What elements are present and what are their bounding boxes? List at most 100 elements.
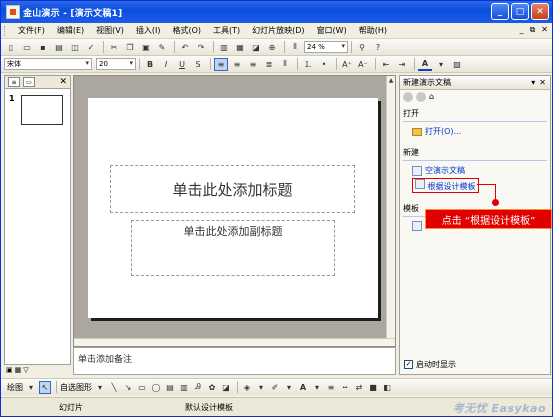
line-color-icon[interactable]: ✐ [269, 381, 281, 394]
doc-close-button[interactable]: ✕ [541, 25, 548, 35]
close-icon[interactable]: ✕ [59, 77, 67, 87]
task-pane-title[interactable]: 新建演示文稿 [403, 77, 531, 88]
draw-menu-button[interactable]: 绘图 [7, 382, 23, 393]
hyperlink-icon[interactable]: ⊕ [265, 41, 279, 54]
find-icon[interactable]: ⚲ [355, 41, 369, 54]
dropdown-icon[interactable]: ▾ [531, 78, 535, 87]
underline-button[interactable]: U [175, 58, 189, 71]
horizontal-scrollbar[interactable] [74, 338, 395, 346]
justify-icon[interactable]: ≣ [262, 58, 276, 71]
line-icon[interactable]: ╲ [108, 381, 120, 394]
spellcheck-icon[interactable]: ✓ [84, 41, 98, 54]
insert-chart-icon[interactable]: ▥ [217, 41, 231, 54]
wordart-icon[interactable]: Ꭿ [192, 381, 204, 394]
autoshapes-button[interactable]: 自选图形 [60, 382, 92, 393]
subtitle-placeholder[interactable]: 单击此处添加副标题 [131, 220, 335, 276]
clipart-icon[interactable]: ✿ [206, 381, 218, 394]
menu-edit[interactable]: 编辑(E) [51, 25, 90, 36]
fill-color-icon[interactable]: ◈ [241, 381, 253, 394]
font-size-select[interactable]: 20 [96, 58, 136, 70]
font-color-dropdown-icon[interactable]: ▾ [434, 58, 448, 71]
print-icon[interactable]: ▤ [52, 41, 66, 54]
vertical-scrollbar[interactable]: ▲ [386, 76, 395, 346]
normal-view-icon[interactable]: ▣ [6, 366, 13, 374]
copy-icon[interactable]: ❐ [123, 41, 137, 54]
font-color-icon[interactable]: A [297, 381, 309, 394]
bold-button[interactable]: B [143, 58, 157, 71]
font-color-button[interactable]: A [418, 58, 432, 71]
help-icon[interactable]: ? [371, 41, 385, 54]
toolbar-grip[interactable] [4, 25, 7, 36]
arrow-style-icon[interactable]: ⇄ [353, 381, 365, 394]
decrease-font-button[interactable]: A⁻ [356, 58, 370, 71]
close-icon[interactable]: ✕ [539, 78, 546, 87]
vertical-textbox-icon[interactable]: ▥ [178, 381, 190, 394]
align-left-icon[interactable]: ≡ [214, 57, 228, 71]
shadow-icon[interactable]: ■ [367, 381, 379, 394]
show-at-startup[interactable]: ✓ 启动时显示 [404, 359, 456, 370]
menu-tools[interactable]: 工具(T) [207, 25, 246, 36]
menu-window[interactable]: 窗口(W) [311, 25, 353, 36]
menu-slideshow[interactable]: 幻灯片放映(D) [246, 25, 310, 36]
dash-style-icon[interactable]: ┅ [339, 381, 351, 394]
sorter-view-icon[interactable]: ▦ [15, 366, 22, 374]
oval-icon[interactable]: ◯ [150, 381, 162, 394]
home-icon[interactable]: ⌂ [429, 92, 439, 102]
startup-checkbox[interactable]: ✓ [404, 360, 413, 369]
cut-icon[interactable]: ✂ [107, 41, 121, 54]
italic-button[interactable]: I [159, 58, 173, 71]
distributed-icon[interactable]: ⦀ [278, 58, 292, 71]
minimize-button[interactable]: _ [491, 3, 509, 20]
doc-restore-button[interactable]: ⧉ [530, 25, 536, 35]
align-right-icon[interactable]: ≡ [246, 58, 260, 71]
shadow-button[interactable]: S [191, 58, 205, 71]
undo-icon[interactable]: ↶ [178, 41, 192, 54]
from-design-template-link[interactable]: 根据设计模板 [412, 178, 550, 193]
picture-icon[interactable]: ◪ [220, 381, 232, 394]
print-preview-icon[interactable]: ◫ [68, 41, 82, 54]
arrow-icon[interactable]: ↘ [122, 381, 134, 394]
insert-table-icon[interactable]: ▦ [233, 41, 247, 54]
bullets-icon[interactable]: • [317, 58, 331, 71]
app-icon[interactable] [6, 5, 20, 19]
open-link[interactable]: 打开(O)... [412, 126, 550, 137]
select-pointer-icon[interactable]: ↖ [39, 380, 51, 394]
dropdown-icon[interactable]: ▾ [94, 381, 106, 394]
dropdown-icon[interactable]: ▾ [311, 381, 323, 394]
dropdown-icon[interactable]: ▾ [25, 381, 37, 394]
menu-insert[interactable]: 插入(I) [130, 25, 167, 36]
open-icon[interactable]: ▭ [20, 41, 34, 54]
3d-icon[interactable]: ◧ [381, 381, 393, 394]
menu-view[interactable]: 视图(V) [90, 25, 130, 36]
slides-tab-icon[interactable]: ▭ [23, 77, 35, 87]
close-button[interactable]: ✕ [531, 3, 549, 20]
maximize-button[interactable]: □ [511, 3, 529, 20]
title-placeholder[interactable]: 单击此处添加标题 [110, 165, 355, 213]
columns-icon[interactable]: ⦀ [288, 41, 302, 54]
format-painter-icon[interactable]: ✎ [155, 41, 169, 54]
scroll-up-icon[interactable]: ▲ [387, 76, 395, 85]
back-icon[interactable] [403, 92, 413, 102]
doc-minimize-button[interactable]: _ [520, 25, 524, 35]
rectangle-icon[interactable]: ▭ [136, 381, 148, 394]
dropdown-icon[interactable]: ▾ [283, 381, 295, 394]
increase-font-button[interactable]: A⁺ [340, 58, 354, 71]
menu-help[interactable]: 帮助(H) [353, 25, 393, 36]
align-center-icon[interactable]: ≡ [230, 58, 244, 71]
decrease-indent-icon[interactable]: ⇤ [379, 58, 393, 71]
slide-design-icon[interactable]: ▧ [450, 58, 464, 71]
numbering-icon[interactable]: ⒈ [301, 58, 315, 71]
font-name-select[interactable]: 宋体 [4, 58, 92, 70]
textbox-icon[interactable]: ▤ [164, 381, 176, 394]
notes-pane[interactable]: 单击添加备注 [73, 347, 396, 375]
outline-tab-icon[interactable]: ≡ [8, 77, 20, 87]
slide-thumbnail[interactable] [21, 95, 63, 125]
zoom-select[interactable]: 24 % [304, 41, 348, 53]
new-icon[interactable]: ▯ [4, 41, 18, 54]
menu-format[interactable]: 格式(O) [166, 25, 207, 36]
redo-icon[interactable]: ↷ [194, 41, 208, 54]
slideshow-view-icon[interactable]: ▽ [23, 366, 28, 374]
increase-indent-icon[interactable]: ⇥ [395, 58, 409, 71]
slide-canvas[interactable]: 单击此处添加标题 单击此处添加副标题 [88, 98, 378, 318]
line-style-icon[interactable]: ≡ [325, 381, 337, 394]
